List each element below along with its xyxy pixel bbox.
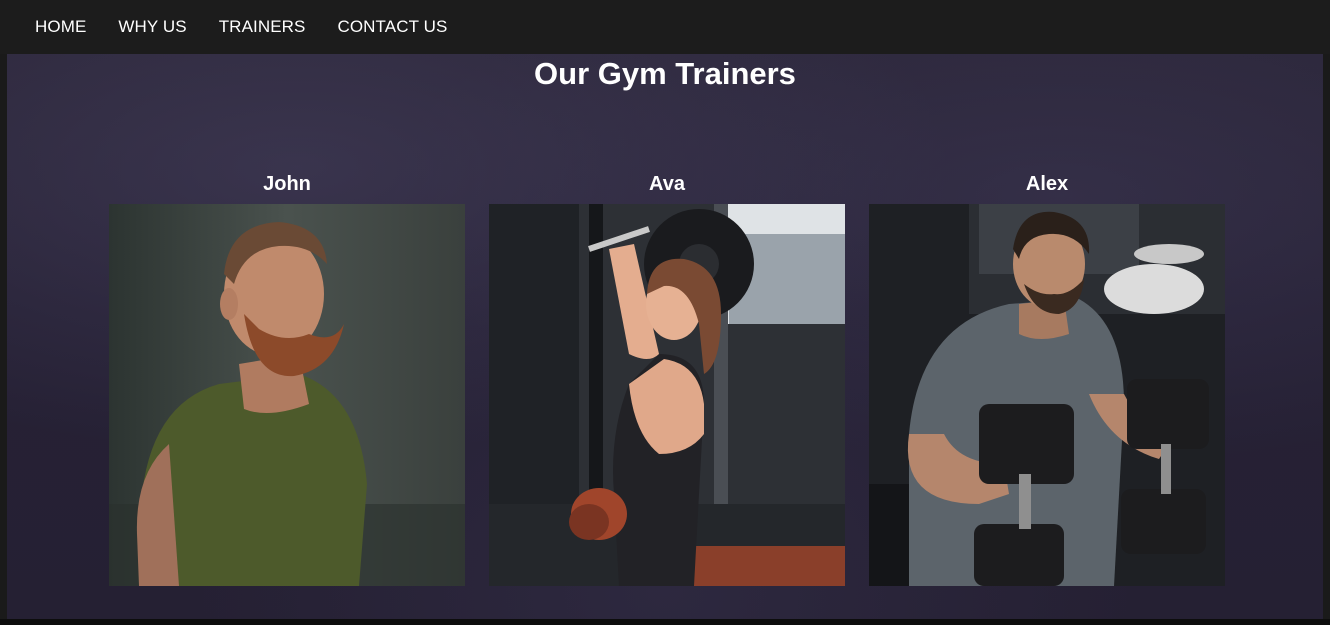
bottom-bar	[0, 619, 1330, 625]
trainer-card-ava: Ava	[489, 172, 845, 586]
nav-trainers-link[interactable]: TRAINERS	[219, 17, 306, 37]
trainer-card-john: John	[109, 172, 465, 586]
trainer-photo-ava	[489, 204, 845, 586]
trainer-photo-alex	[869, 204, 1225, 586]
nav-why-us-link[interactable]: WHY US	[118, 17, 186, 37]
navbar: HOME WHY US TRAINERS CONTACT US	[0, 0, 1330, 54]
trainer-card-alex: Alex	[869, 172, 1225, 586]
trainer-photo-john	[109, 204, 465, 586]
trainer-name: Ava	[649, 173, 685, 195]
nav-contact-us-link[interactable]: CONTACT US	[337, 17, 447, 37]
nav-home-link[interactable]: HOME	[35, 17, 86, 37]
page-title: Our Gym Trainers	[534, 56, 796, 91]
trainer-name: Alex	[1025, 173, 1069, 195]
trainers-section: Our Gym Trainers John Ava Alex	[7, 54, 1323, 619]
trainer-name: John	[263, 173, 311, 195]
